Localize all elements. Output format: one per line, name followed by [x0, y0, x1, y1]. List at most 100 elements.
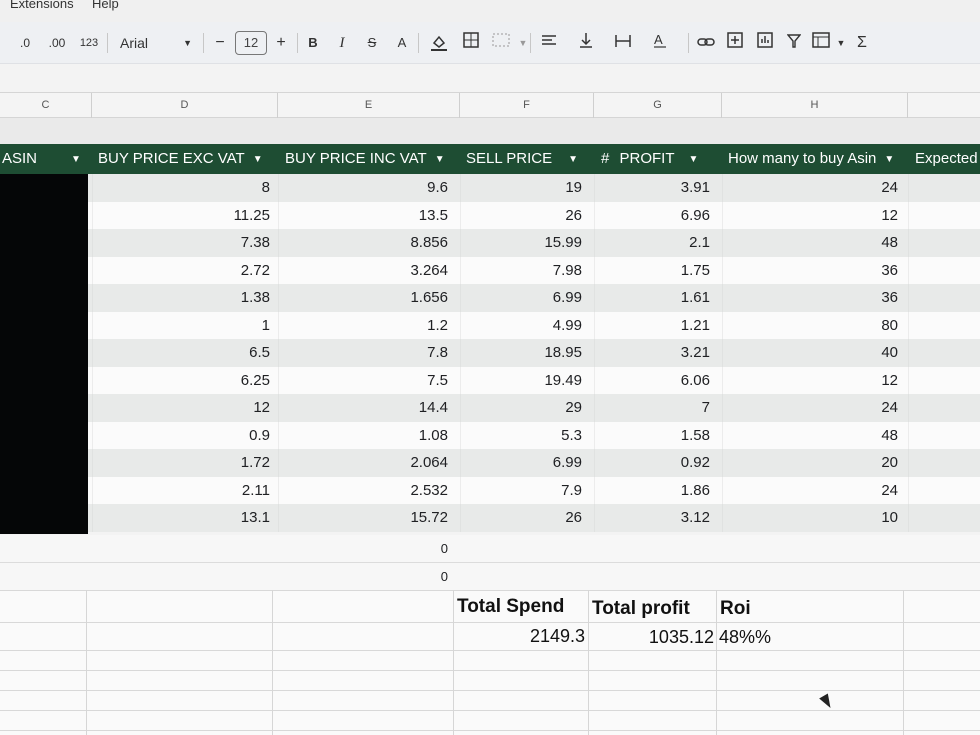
more-formats-button[interactable]: 123 [76, 32, 102, 54]
cell-buy-exc[interactable]: 2.11 [92, 477, 270, 505]
cell-how-many[interactable]: 24 [722, 174, 898, 202]
cell-profit[interactable]: 6.06 [594, 367, 710, 395]
font-size-increase-button[interactable]: + [271, 32, 291, 54]
cell-buy-inc[interactable]: 2.532 [278, 477, 448, 505]
chevron-down-icon[interactable]: ▼ [71, 154, 81, 165]
total-spend-label[interactable]: Total Spend [457, 596, 564, 618]
cell-buy-exc[interactable]: 13.1 [92, 504, 270, 532]
cell-sell[interactable]: 6.99 [460, 449, 582, 477]
menu-extensions[interactable]: Extensions [10, 0, 74, 11]
column-letter[interactable]: D [92, 93, 278, 119]
cell-profit[interactable]: 3.12 [594, 504, 710, 532]
insert-link-icon[interactable] [695, 32, 717, 54]
column-letter[interactable]: E [278, 93, 460, 119]
cell-buy-exc[interactable]: 1.72 [92, 449, 270, 477]
insert-comment-icon[interactable] [724, 32, 746, 54]
chevron-down-icon[interactable]: ▼ [830, 32, 852, 54]
cell-buy-exc[interactable]: 1 [92, 312, 270, 340]
cell-buy-inc[interactable]: 7.5 [278, 367, 448, 395]
cell-sell[interactable]: 26 [460, 504, 582, 532]
chevron-down-icon[interactable]: ▼ [884, 154, 894, 165]
header-sell[interactable]: SELL PRICE ▼ [466, 144, 594, 174]
cell-how-many[interactable]: 48 [722, 422, 898, 450]
chevron-down-icon[interactable]: ▼ [568, 154, 578, 165]
filter-views-icon[interactable] [810, 32, 832, 54]
cell-profit[interactable]: 3.21 [594, 339, 710, 367]
cell-how-many[interactable]: 12 [722, 367, 898, 395]
cell-profit[interactable]: 1.58 [594, 422, 710, 450]
cell-buy-inc[interactable]: 15.72 [278, 504, 448, 532]
cell-how-many[interactable]: 80 [722, 312, 898, 340]
filter-icon[interactable] [783, 32, 805, 54]
cell-profit[interactable]: 3.91 [594, 174, 710, 202]
cell-buy-exc[interactable]: 1.38 [92, 284, 270, 312]
cell-sell[interactable]: 5.3 [460, 422, 582, 450]
strikethrough-button[interactable]: S [362, 32, 382, 54]
cell-sell[interactable]: 29 [460, 394, 582, 422]
text-wrap-icon[interactable] [612, 32, 634, 54]
column-letter[interactable]: H [722, 93, 908, 119]
chevron-down-icon[interactable]: ▼ [435, 154, 445, 165]
cell-sell[interactable]: 18.95 [460, 339, 582, 367]
bold-button[interactable]: B [303, 32, 323, 54]
chevron-down-icon[interactable]: ▼ [253, 154, 263, 165]
cell-buy-exc[interactable]: 7.38 [92, 229, 270, 257]
cell-buy-inc[interactable]: 0 [278, 563, 448, 591]
borders-icon[interactable] [460, 32, 482, 54]
font-size-decrease-button[interactable]: − [210, 32, 230, 54]
header-asin[interactable]: ASIN ▼ [2, 144, 90, 174]
cell-profit[interactable]: 6.96 [594, 202, 710, 230]
cell-sell[interactable]: 19.49 [460, 367, 582, 395]
cell-profit[interactable]: 2.1 [594, 229, 710, 257]
roi-label[interactable]: Roi [720, 598, 751, 620]
cell-buy-exc[interactable]: 2.72 [92, 257, 270, 285]
header-profit[interactable]: # PROFIT ▼ [601, 144, 722, 174]
cell-how-many[interactable]: 36 [722, 284, 898, 312]
cell-buy-inc[interactable]: 1.2 [278, 312, 448, 340]
header-buy-inc[interactable]: BUY PRICE INC VAT ▼ [285, 144, 460, 174]
cell-profit[interactable]: 0.92 [594, 449, 710, 477]
cell-sell[interactable]: 19 [460, 174, 582, 202]
total-spend-value[interactable]: 2149.3 [458, 626, 585, 647]
header-how-many[interactable]: How many to buy Asin ▼ [728, 144, 908, 174]
functions-button[interactable]: Σ [852, 32, 872, 54]
merge-cells-icon[interactable] [490, 32, 512, 54]
column-letter[interactable]: C [0, 93, 92, 119]
header-expected[interactable]: Expected [915, 144, 980, 174]
cell-sell[interactable]: 7.9 [460, 477, 582, 505]
cell-buy-exc[interactable]: 0.9 [92, 422, 270, 450]
vertical-align-icon[interactable] [575, 32, 597, 54]
header-buy-exc[interactable]: BUY PRICE EXC VAT ▼ [98, 144, 278, 174]
cell-how-many[interactable]: 20 [722, 449, 898, 477]
cell-profit[interactable]: 1.21 [594, 312, 710, 340]
cell-profit[interactable]: 1.61 [594, 284, 710, 312]
cell-buy-exc[interactable]: 6.25 [92, 367, 270, 395]
horizontal-align-icon[interactable] [538, 32, 560, 54]
cell-buy-inc[interactable]: 1.656 [278, 284, 448, 312]
cell-how-many[interactable]: 36 [722, 257, 898, 285]
increase-decimal-button[interactable]: .00 [44, 32, 70, 54]
cell-sell[interactable]: 26 [460, 202, 582, 230]
italic-button[interactable]: I [332, 32, 352, 54]
cell-buy-inc[interactable]: 9.6 [278, 174, 448, 202]
cell-how-many[interactable]: 24 [722, 394, 898, 422]
cell-buy-inc[interactable]: 0 [278, 535, 448, 563]
cell-profit[interactable]: 1.86 [594, 477, 710, 505]
cell-buy-inc[interactable]: 1.08 [278, 422, 448, 450]
total-profit-value[interactable]: 1035.12 [590, 627, 714, 648]
cell-buy-exc[interactable]: 11.25 [92, 202, 270, 230]
cell-sell[interactable]: 6.99 [460, 284, 582, 312]
text-rotation-icon[interactable]: A [650, 32, 672, 54]
text-color-button[interactable]: A [392, 32, 412, 54]
cell-buy-exc[interactable]: 8 [92, 174, 270, 202]
cell-how-many[interactable]: 48 [722, 229, 898, 257]
cell-profit[interactable]: 1.75 [594, 257, 710, 285]
cell-buy-inc[interactable]: 13.5 [278, 202, 448, 230]
cell-buy-inc[interactable]: 2.064 [278, 449, 448, 477]
cell-how-many[interactable]: 24 [722, 477, 898, 505]
cell-how-many[interactable]: 12 [722, 202, 898, 230]
cell-buy-inc[interactable]: 3.264 [278, 257, 448, 285]
chevron-down-icon[interactable]: ▼ [689, 154, 699, 165]
total-profit-label[interactable]: Total profit [592, 598, 690, 620]
cell-how-many[interactable]: 10 [722, 504, 898, 532]
